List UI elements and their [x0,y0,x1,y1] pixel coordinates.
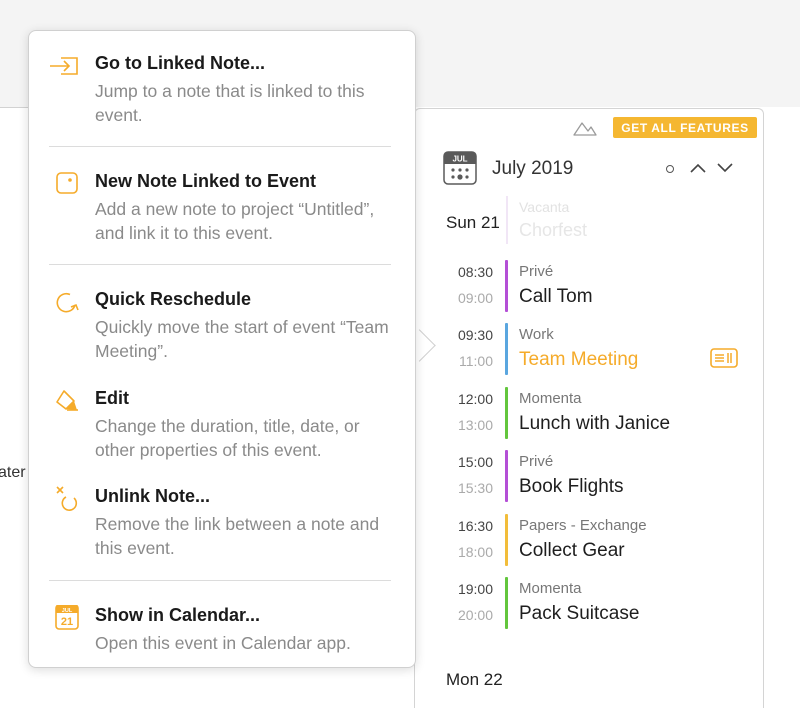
event-end-time: 09:00 [457,290,493,306]
event-start-time: 16:30 [457,518,493,534]
event-end-time: 20:00 [457,607,493,623]
menu-item-title: Edit [95,388,129,408]
event-title: Pack Suitcase [519,603,640,624]
get-all-features-button[interactable]: GET ALL FEATURES [613,117,757,138]
event-title: Call Tom [519,286,593,307]
menu-item-title: Quick Reschedule [95,289,252,309]
menu-item-description: Open this event in Calendar app. [95,633,351,653]
event-category: Momenta [519,390,582,407]
menu-item-title: Show in Calendar... [95,605,261,625]
event-collect-gear[interactable]: 16:30 18:00 Papers - Exchange Collect Ge… [440,514,750,570]
calendar-app-icon-month: JUL [62,608,73,614]
menu-item-title: Unlink Note... [95,486,211,506]
reschedule-icon [56,292,79,313]
event-title: Book Flights [519,476,624,497]
unlink-icon [56,486,78,511]
event-end-time: 15:30 [457,480,493,496]
day-label-sun-21: Sun 21 [446,213,500,232]
chevron-up-icon[interactable] [688,161,708,175]
event-start-time: 08:30 [457,264,493,280]
today-dot-button[interactable] [666,165,674,173]
link-enter-icon [50,57,78,75]
event-end-time: 11:00 [459,353,493,369]
event-color-bar [505,450,508,502]
event-category: Privé [519,263,554,280]
event-end-time: 13:00 [457,417,493,433]
event-color-bar [505,260,508,312]
event-color-bar [506,196,508,244]
event-start-time: 12:00 [457,391,493,407]
menu-item-description: Add a new note to project “Untitled”, an… [95,199,375,243]
menu-item-title: New Note Linked to Event [95,171,317,191]
menu-item-description: Quickly move the start of event “Team Me… [95,317,389,361]
calendar-icon[interactable]: JUL [443,151,477,185]
linked-note-icon[interactable] [710,348,738,368]
event-category: Work [519,326,554,343]
event-start-time: 15:00 [457,454,493,470]
menu-item-description: Remove the link between a note and this … [95,514,380,558]
event-color-bar [505,323,508,375]
event-category: Momenta [519,580,582,597]
background-partial-text: ater [0,464,26,481]
event-lunch-with-janice[interactable]: 12:00 13:00 Momenta Lunch with Janice [440,387,750,443]
event-end-time: 18:00 [457,544,493,560]
calendar-icon-month: JUL [452,155,467,164]
event-category: Papers - Exchange [519,517,647,534]
menu-item-title: Go to Linked Note... [95,53,265,73]
event-category: Vacanta [519,199,570,215]
event-start-time: 19:00 [457,581,493,597]
chevron-down-icon[interactable] [715,161,735,175]
event-team-meeting[interactable]: 09:30 11:00 Work Team Meeting [440,323,750,379]
event-category: Privé [519,453,554,470]
event-title: Lunch with Janice [519,413,671,434]
menu-item-description: Jump to a note that is linked to this ev… [95,81,365,125]
event-call-tom[interactable]: 08:30 09:00 Privé Call Tom [440,260,750,316]
month-title: July 2019 [492,158,574,179]
event-start-time: 09:30 [457,327,493,343]
menu-separator [49,580,391,581]
new-note-icon [56,172,78,194]
event-title: Team Meeting [519,349,639,370]
event-context-popover: Go to Linked Note... Jump to a note that… [28,30,416,668]
event-book-flights[interactable]: 15:00 15:30 Privé Book Flights [440,450,750,506]
event-pack-suitcase[interactable]: 19:00 20:00 Momenta Pack Suitcase [440,577,750,633]
calendar-app-icon-day: 21 [61,616,73,628]
event-color-bar [505,514,508,566]
menu-separator [49,146,391,147]
event-color-bar [505,387,508,439]
edit-pencil-icon [56,390,78,411]
event-color-bar [505,577,508,629]
menu-separator [49,264,391,265]
event-title: Collect Gear [519,540,625,561]
day-label-mon-22: Mon 22 [446,670,503,689]
calendar-app-icon: JUL 21 [55,605,79,630]
event-title: Chorfest [519,220,588,240]
mountain-icon[interactable] [572,119,598,137]
menu-item-description: Change the duration, title, date, or oth… [95,416,360,460]
